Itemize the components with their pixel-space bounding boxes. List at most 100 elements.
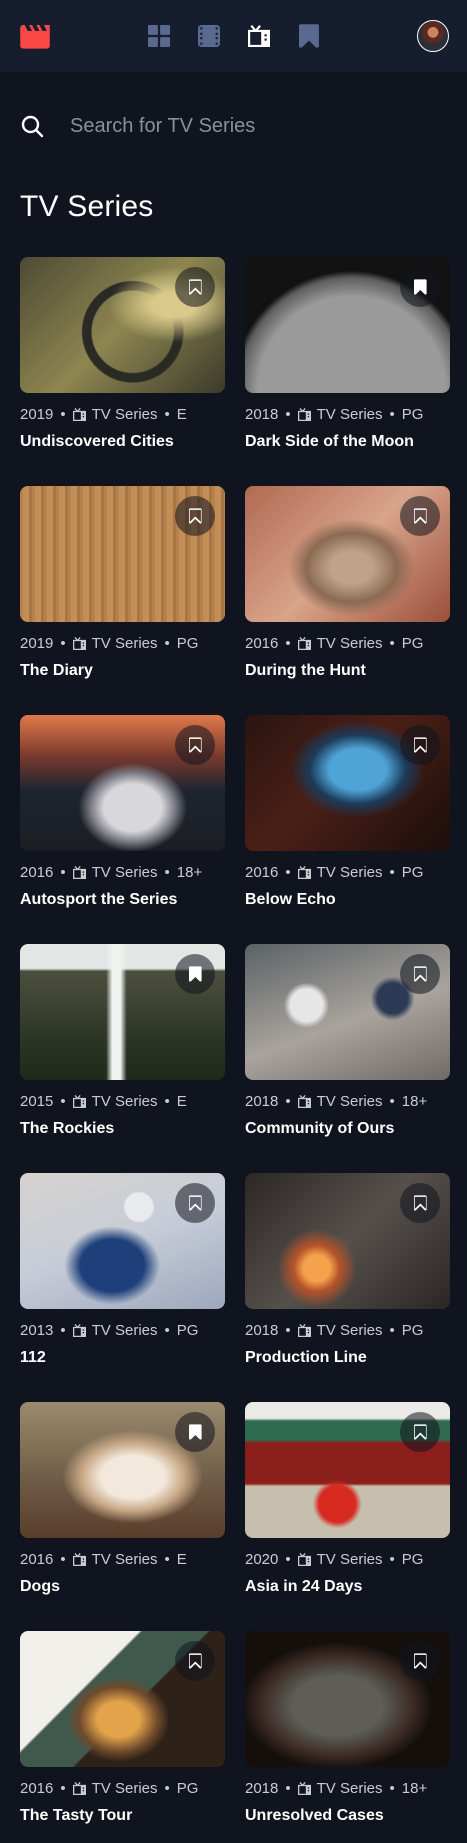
thumbnail-image[interactable] <box>245 486 450 622</box>
thumbnail-image[interactable] <box>20 715 225 851</box>
thumbnail-image[interactable] <box>20 486 225 622</box>
avatar[interactable] <box>417 20 449 52</box>
bookmark-empty-icon <box>413 1424 427 1440</box>
card-year: 2016 <box>245 863 279 881</box>
tv-category-icon <box>297 1781 311 1795</box>
tv-category-icon <box>72 1323 86 1337</box>
card-title[interactable]: The Rockies <box>20 1120 225 1138</box>
bookmark-empty-button[interactable] <box>175 496 215 536</box>
movies-film-icon[interactable] <box>198 25 220 47</box>
card-title[interactable]: The Tasty Tour <box>20 1807 225 1825</box>
card-meta: 2016 • TV Series • E <box>20 1550 187 1568</box>
card-year: 2018 <box>245 1321 279 1339</box>
thumbnail-image[interactable] <box>245 257 450 393</box>
bookmark-empty-button[interactable] <box>175 1183 215 1223</box>
card-meta: 2013 • TV Series • PG <box>20 1321 199 1339</box>
media-card[interactable]: 2016 • TV Series • PG Below Echo <box>245 715 450 908</box>
media-card[interactable]: 2015 • TV Series • E The Rockies <box>20 944 225 1137</box>
card-title[interactable]: Dark Side of the Moon <box>245 433 450 451</box>
card-meta: 2018 • TV Series • 18+ <box>245 1092 428 1110</box>
media-card[interactable]: 2016 • TV Series • PG During the Hunt <box>245 486 450 679</box>
card-meta: 2015 • TV Series • E <box>20 1092 187 1110</box>
media-card[interactable]: 2013 • TV Series • PG 112 <box>20 1173 225 1366</box>
media-card[interactable]: 2016 • TV Series • PG The Tasty Tour <box>20 1631 225 1824</box>
media-card[interactable]: 2018 • TV Series • 18+ Unresolved Cases <box>245 1631 450 1824</box>
bookmark-empty-button[interactable] <box>400 954 440 994</box>
card-title[interactable]: Undiscovered Cities <box>20 433 225 451</box>
bookmark-filled-button[interactable] <box>175 954 215 994</box>
thumbnail-image[interactable] <box>20 257 225 393</box>
bookmark-empty-button[interactable] <box>175 725 215 765</box>
bookmark-empty-button[interactable] <box>400 1183 440 1223</box>
card-title[interactable]: Autosport the Series <box>20 891 225 909</box>
card-rating: 18+ <box>401 1092 428 1110</box>
card-meta: 2018 • TV Series • 18+ <box>245 1779 428 1797</box>
card-category: TV Series <box>91 1550 158 1568</box>
logo-clapperboard-icon[interactable] <box>20 25 50 49</box>
media-card[interactable]: 2018 • TV Series • 18+ Community of Ours <box>245 944 450 1137</box>
card-title[interactable]: 112 <box>20 1349 225 1367</box>
media-card[interactable]: 2019 • TV Series • E Undiscovered Cities <box>20 257 225 450</box>
card-title[interactable]: Production Line <box>245 1349 450 1367</box>
bookmark-empty-button[interactable] <box>175 267 215 307</box>
bookmark-empty-button[interactable] <box>400 725 440 765</box>
card-year: 2015 <box>20 1092 54 1110</box>
thumbnail-image[interactable] <box>20 1173 225 1309</box>
card-year: 2020 <box>245 1550 279 1568</box>
card-title[interactable]: During the Hunt <box>245 662 450 680</box>
card-rating: PG <box>401 863 424 881</box>
bookmark-empty-button[interactable] <box>175 1641 215 1681</box>
card-title[interactable]: The Diary <box>20 662 225 680</box>
bookmark-empty-button[interactable] <box>400 1641 440 1681</box>
thumbnail-image[interactable] <box>20 944 225 1080</box>
bookmark-empty-button[interactable] <box>400 1412 440 1452</box>
card-category: TV Series <box>316 1550 383 1568</box>
thumbnail-image[interactable] <box>245 715 450 851</box>
tv-series-icon[interactable] <box>248 25 270 47</box>
media-card[interactable]: 2016 • TV Series • E Dogs <box>20 1402 225 1595</box>
bookmark-empty-icon <box>188 737 202 753</box>
card-year: 2018 <box>245 405 279 423</box>
search-input[interactable] <box>70 110 440 142</box>
card-title[interactable]: Unresolved Cases <box>245 1807 450 1825</box>
thumbnail-image[interactable] <box>245 1173 450 1309</box>
bookmark-filled-icon <box>413 279 427 295</box>
thumbnail-image[interactable] <box>245 1631 450 1767</box>
card-category: TV Series <box>91 1092 158 1110</box>
bookmark-empty-button[interactable] <box>400 496 440 536</box>
thumbnail-image[interactable] <box>20 1402 225 1538</box>
home-grid-icon[interactable] <box>148 25 170 47</box>
card-title[interactable]: Community of Ours <box>245 1120 450 1138</box>
card-category: TV Series <box>316 863 383 881</box>
thumbnail-image[interactable] <box>245 1402 450 1538</box>
card-rating: E <box>176 1092 187 1110</box>
tv-category-icon <box>297 1552 311 1566</box>
card-category: TV Series <box>91 1321 158 1339</box>
card-rating: PG <box>401 634 424 652</box>
card-rating: E <box>176 1550 187 1568</box>
tv-category-icon <box>297 636 311 650</box>
card-category: TV Series <box>91 405 158 423</box>
card-rating: PG <box>401 1550 424 1568</box>
thumbnail-image[interactable] <box>245 944 450 1080</box>
media-card[interactable]: 2018 • TV Series • PG Dark Side of the Moo… <box>245 257 450 450</box>
media-card[interactable]: 2020 • TV Series • PG Asia in 24 Days <box>245 1402 450 1595</box>
card-meta: 2018 • TV Series • PG <box>245 1321 424 1339</box>
media-card[interactable]: 2016 • TV Series • 18+ Autosport the Serie… <box>20 715 225 908</box>
bookmark-icon[interactable] <box>299 24 319 48</box>
media-card[interactable]: 2018 • TV Series • PG Production Line <box>245 1173 450 1366</box>
card-title[interactable]: Dogs <box>20 1578 225 1596</box>
bookmark-filled-button[interactable] <box>175 1412 215 1452</box>
card-meta: 2019 • TV Series • PG <box>20 634 199 652</box>
search-bar <box>20 110 450 142</box>
bookmark-filled-button[interactable] <box>400 267 440 307</box>
card-title[interactable]: Below Echo <box>245 891 450 909</box>
tv-category-icon <box>72 1094 86 1108</box>
thumbnail-image[interactable] <box>20 1631 225 1767</box>
card-year: 2019 <box>20 405 54 423</box>
card-title[interactable]: Asia in 24 Days <box>245 1578 450 1596</box>
media-card[interactable]: 2019 • TV Series • PG The Diary <box>20 486 225 679</box>
card-meta: 2020 • TV Series • PG <box>245 1550 424 1568</box>
card-meta: 2019 • TV Series • E <box>20 405 187 423</box>
tv-category-icon <box>297 407 311 421</box>
